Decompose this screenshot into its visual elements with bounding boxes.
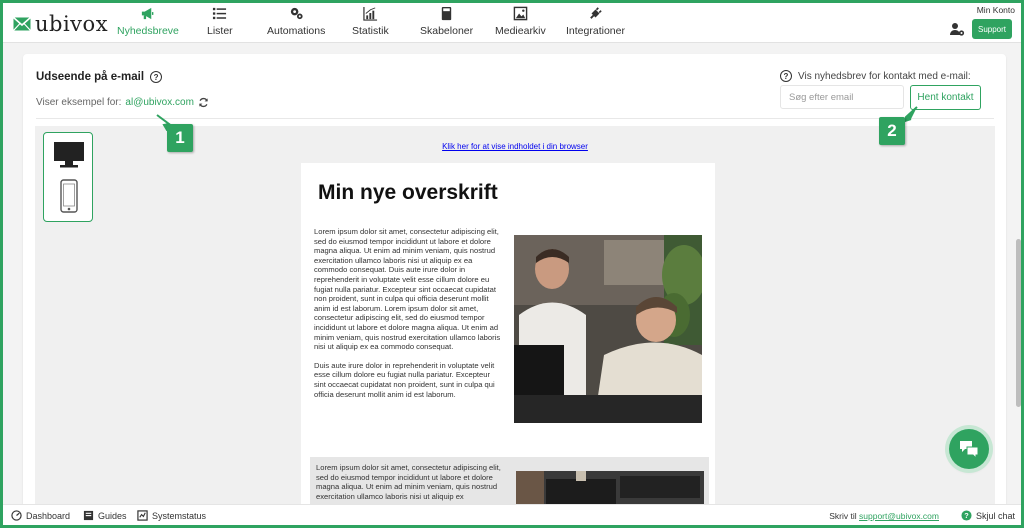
contact-label: ? Vis nyhedsbrev for kontakt med e-mail: <box>780 70 971 82</box>
status-icon <box>137 510 148 521</box>
support-email-link[interactable]: support@ubivox.com <box>859 511 939 521</box>
email-heading: Min nye overskrift <box>318 181 498 204</box>
email-text-block: Lorem ipsum dolor sit amet, consectetur … <box>314 227 502 399</box>
divider <box>36 118 994 119</box>
write-to-support: Skriv til support@ubivox.com <box>829 511 939 521</box>
guides-icon <box>83 510 94 521</box>
logo-text: ubivox <box>35 12 109 36</box>
email-paragraph: Lorem ipsum dolor sit amet, consectetur … <box>316 463 501 501</box>
scrollbar-thumb[interactable] <box>1016 239 1021 407</box>
card-title: Udseende på e-mail ? <box>36 71 163 83</box>
top-navigation: ubivox Nyhedsbreve Lister Automations St… <box>3 3 1021 43</box>
example-prefix: Viser eksempel for: <box>36 97 122 108</box>
image-icon <box>513 6 528 21</box>
support-button[interactable]: Support <box>972 19 1012 39</box>
account-link[interactable]: Min Konto <box>977 5 1015 15</box>
example-line: Viser eksempel for: al@ubivox.com <box>36 97 209 108</box>
callout-2: 2 <box>879 117 905 145</box>
list-icon <box>213 7 227 20</box>
nav-item-automations[interactable]: Automations <box>267 6 325 42</box>
nav-label: Integrationer <box>566 25 625 37</box>
gears-icon <box>290 7 303 20</box>
chart-icon <box>363 6 377 21</box>
dashboard-icon <box>11 510 22 521</box>
nav-item-mediearkiv[interactable]: Mediearkiv <box>495 6 546 42</box>
example-email-link[interactable]: al@ubivox.com <box>125 97 194 108</box>
user-settings-icon[interactable] <box>949 21 965 37</box>
svg-text:?: ? <box>964 511 969 520</box>
email-paragraph: Lorem ipsum dolor sit amet, consectetur … <box>314 227 501 352</box>
dashboard-link[interactable]: Dashboard <box>11 510 70 521</box>
help-icon[interactable]: ? <box>780 70 792 82</box>
email-photo <box>514 235 702 423</box>
logo[interactable]: ubivox <box>13 12 108 36</box>
systemstatus-link[interactable]: Systemstatus <box>137 510 206 521</box>
fetch-contact-button[interactable]: Hent kontakt <box>910 85 981 110</box>
hide-chat-link[interactable]: ? Skjul chat <box>961 510 1015 521</box>
nav-label: Automations <box>267 25 326 37</box>
help-circle-icon: ? <box>961 510 972 521</box>
chat-icon <box>960 441 979 458</box>
callout-1: 1 <box>167 124 193 152</box>
nav-label: Statistik <box>352 25 389 37</box>
nav-item-nyhedsbreve[interactable]: Nyhedsbreve <box>117 6 179 42</box>
search-email-input[interactable] <box>780 85 904 109</box>
plug-icon <box>590 7 602 19</box>
nav-label: Mediearkiv <box>495 25 546 37</box>
template-icon <box>441 6 452 21</box>
email-paragraph: Duis aute irure dolor in reprehenderit i… <box>314 360 495 399</box>
chat-button[interactable] <box>949 429 989 469</box>
nav-item-integrationer[interactable]: Integrationer <box>566 6 625 42</box>
app-window: ubivox Nyhedsbreve Lister Automations St… <box>3 3 1021 525</box>
nav-item-statistik[interactable]: Statistik <box>352 6 389 42</box>
nav-item-lister[interactable]: Lister <box>207 6 233 42</box>
page-title: Udseende på e-mail <box>36 71 145 83</box>
guides-link[interactable]: Guides <box>83 510 127 521</box>
nav-item-skabeloner[interactable]: Skabeloner <box>420 6 473 42</box>
nav-label: Nyhedsbreve <box>117 25 179 37</box>
nav-label: Skabeloner <box>420 25 474 37</box>
refresh-icon[interactable] <box>198 97 209 108</box>
help-icon[interactable]: ? <box>150 71 163 83</box>
mobile-icon[interactable] <box>60 179 78 213</box>
nav-label: Lister <box>207 25 233 37</box>
megaphone-icon <box>142 7 154 20</box>
envelope-icon <box>13 17 31 31</box>
bottom-bar: Dashboard Guides Systemstatus Skriv til … <box>3 504 1021 525</box>
email-preview-area[interactable]: Klik her for at vise indholdet i din bro… <box>35 126 995 516</box>
